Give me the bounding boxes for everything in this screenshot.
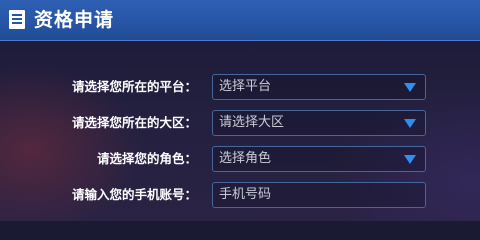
region-select[interactable]: 请选择大区 xyxy=(212,110,426,136)
platform-select-value: 选择平台 xyxy=(219,79,272,94)
application-panel: 资格申请 请选择您所在的平台： 选择平台 请选择您所在的大区： 请选择大区 请选… xyxy=(0,0,480,221)
caret-down-icon[interactable] xyxy=(404,155,416,164)
caret-down-icon[interactable] xyxy=(404,119,416,128)
role-row: 请选择您的角色： 选择角色 xyxy=(0,146,480,172)
platform-select[interactable]: 选择平台 xyxy=(212,74,426,100)
role-select[interactable]: 选择角色 xyxy=(212,146,426,172)
region-label: 请选择您所在的大区： xyxy=(71,115,197,130)
region-select-value: 请选择大区 xyxy=(219,115,285,130)
phone-input[interactable]: 手机号码 xyxy=(212,182,426,208)
platform-row: 请选择您所在的平台： 选择平台 xyxy=(0,74,480,100)
page-title: 资格申请 xyxy=(34,9,115,31)
phone-row: 请输入您的手机账号： 手机号码 xyxy=(0,182,480,208)
phone-input-placeholder: 手机号码 xyxy=(219,187,272,202)
caret-down-icon[interactable] xyxy=(404,83,416,92)
role-select-value: 选择角色 xyxy=(219,151,272,166)
list-document-icon xyxy=(9,10,25,29)
platform-label: 请选择您所在的平台： xyxy=(71,79,197,94)
panel-header: 资格申请 xyxy=(0,0,480,41)
phone-label: 请输入您的手机账号： xyxy=(71,187,197,202)
role-label: 请选择您的角色： xyxy=(96,151,197,166)
region-row: 请选择您所在的大区： 请选择大区 xyxy=(0,110,480,136)
